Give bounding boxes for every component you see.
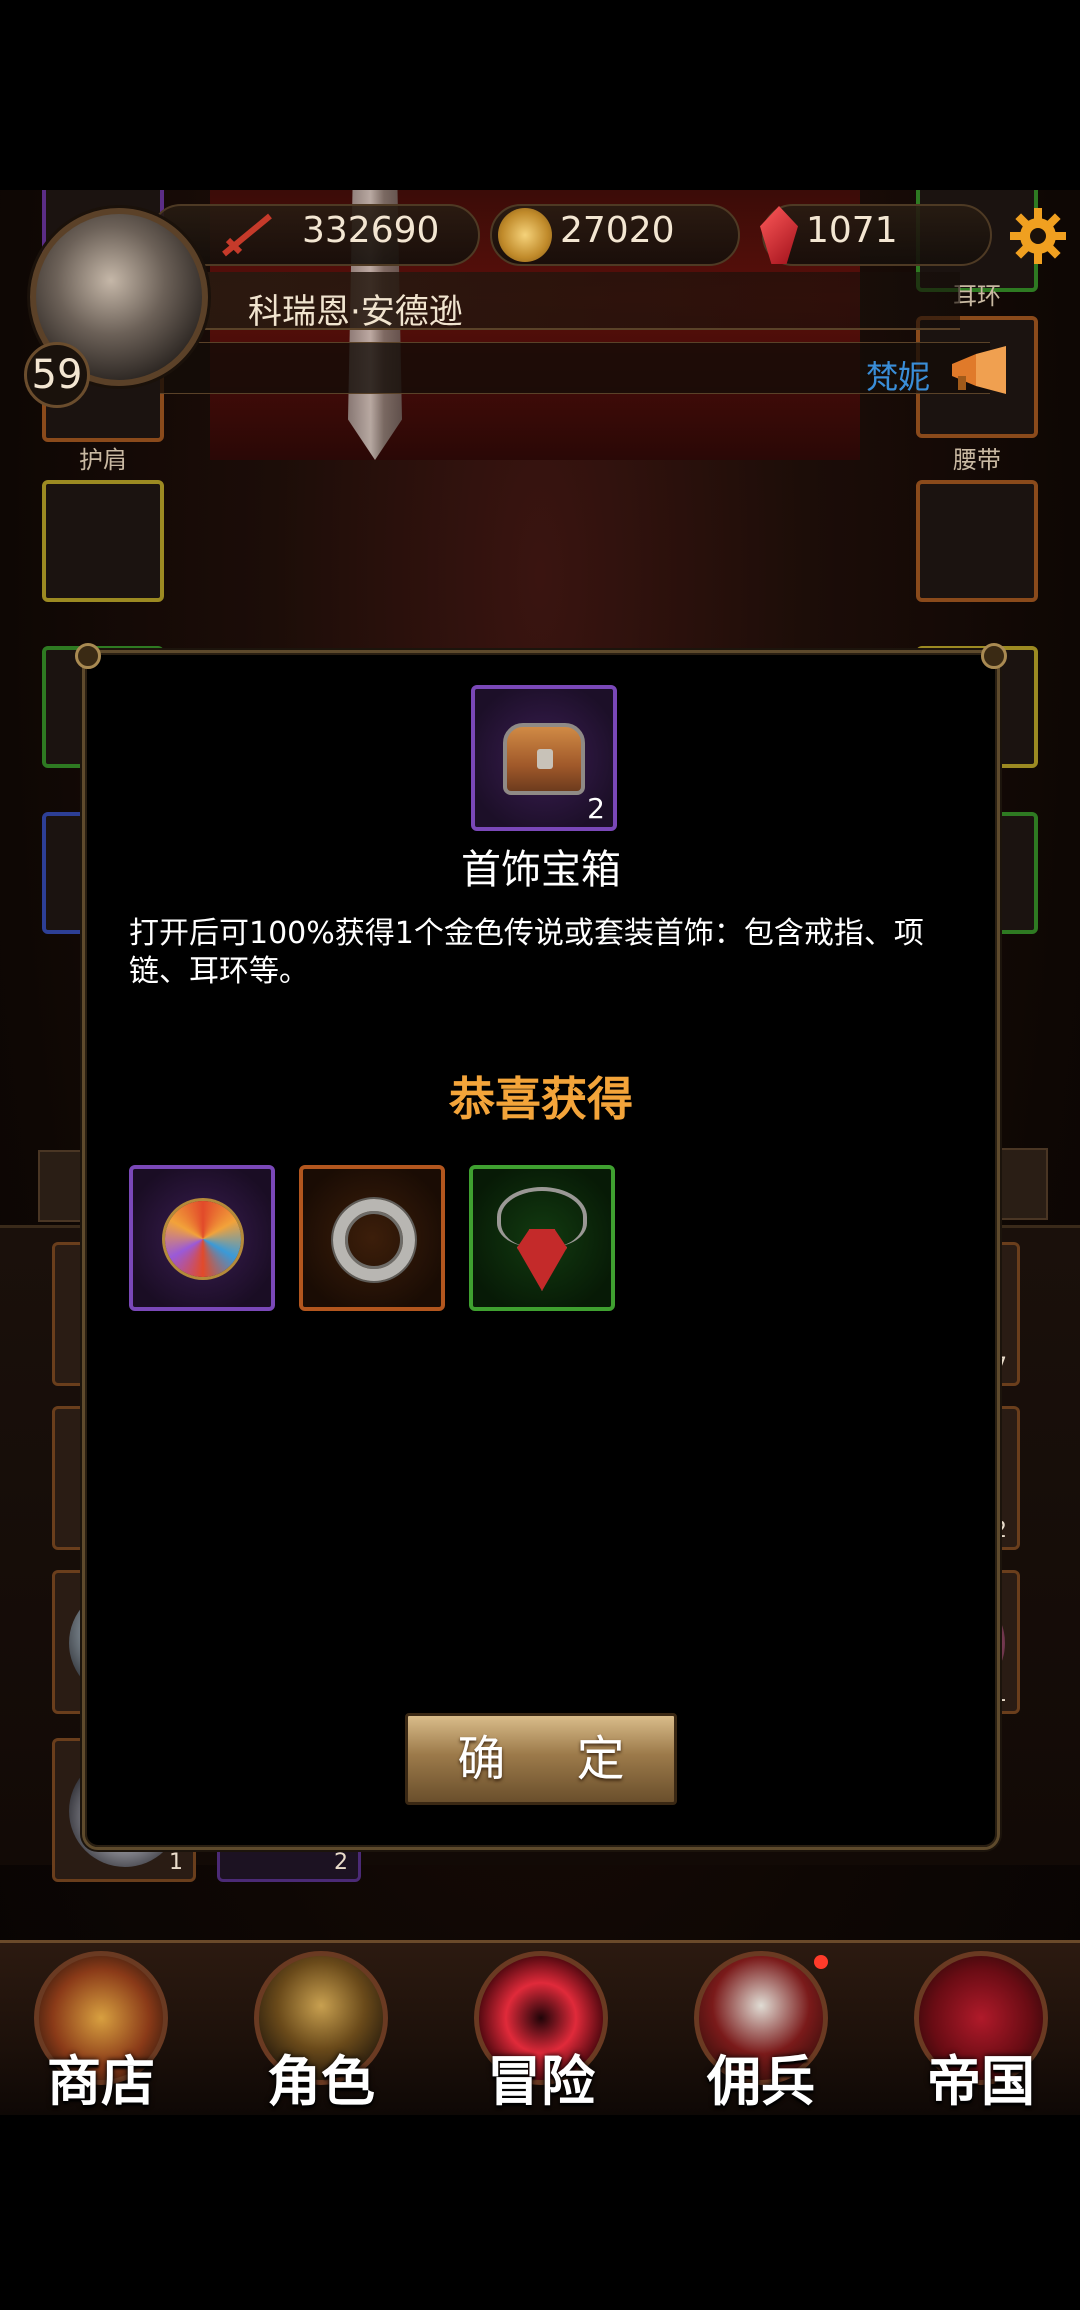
- congrats-heading: 恭喜获得: [449, 1072, 633, 1126]
- sword-power-icon: [222, 213, 272, 257]
- notification-dot: [814, 1955, 828, 1969]
- nav-character[interactable]: 角色: [246, 1951, 396, 2113]
- chest-icon: [503, 723, 585, 795]
- game-screen: 护肩 耳环 腰带 332690 27020 1071 科瑞恩·安德逊 梵妮 59…: [0, 190, 1080, 2115]
- pendant-icon: [517, 1229, 567, 1291]
- reward-dialog: 2 首饰宝箱 打开后可100%获得1个金色传说或套装首饰：包含戒指、项链、耳环等…: [75, 643, 1007, 1850]
- nav-mercenary[interactable]: 佣兵: [686, 1951, 836, 2113]
- item-description: 打开后可100%获得1个金色传说或套装首饰：包含戒指、项链、耳环等。: [129, 916, 924, 989]
- nav-shop-label: 商店: [47, 2049, 155, 2113]
- nav-empire-label: 帝国: [927, 2049, 1035, 2113]
- opened-item-count: 2: [587, 792, 605, 825]
- ring-icon: [333, 1199, 415, 1281]
- equip-label-shoulder: 护肩: [79, 446, 127, 474]
- bag-item-count: 2: [334, 1850, 348, 1875]
- nav-mercenary-label: 佣兵: [707, 2049, 815, 2113]
- equip-slot-right-1[interactable]: [916, 480, 1038, 602]
- nav-character-label: 角色: [267, 2049, 375, 2113]
- gem-value: 1071: [806, 210, 898, 251]
- player-name: 科瑞恩·安德逊: [248, 292, 463, 332]
- nav-shop[interactable]: 商店: [26, 1951, 176, 2113]
- gear-icon[interactable]: [1008, 206, 1068, 266]
- reward-item-pendant[interactable]: [469, 1165, 615, 1311]
- amulet-icon: [165, 1201, 241, 1277]
- gold-coin-icon: [498, 208, 552, 262]
- dialog-corner-ornament: [981, 643, 1007, 669]
- confirm-button[interactable]: 确 定: [405, 1713, 677, 1805]
- reward-item-ring[interactable]: [299, 1165, 445, 1311]
- nav-adventure-label: 冒险: [487, 2049, 595, 2113]
- equip-slot-left-1[interactable]: [42, 480, 164, 602]
- gold-value: 27020: [560, 210, 675, 251]
- megaphone-icon[interactable]: [946, 346, 1018, 394]
- bag-item-count: 1: [169, 1850, 183, 1875]
- nav-empire[interactable]: 帝国: [906, 1951, 1056, 2113]
- bottom-nav: 商店 角色 冒险 佣兵 帝国: [0, 1940, 1080, 2115]
- nav-adventure[interactable]: 冒险: [466, 1951, 616, 2113]
- opened-item-slot: 2: [471, 685, 617, 831]
- dialog-corner-ornament: [75, 643, 101, 669]
- power-value: 332690: [302, 210, 440, 251]
- reward-item-amulet[interactable]: [129, 1165, 275, 1311]
- player-level-badge: 59: [24, 342, 90, 408]
- equip-label-waist: 腰带: [953, 446, 1001, 474]
- notice-sender-name[interactable]: 梵妮: [866, 352, 930, 398]
- item-name: 首饰宝箱: [461, 847, 621, 893]
